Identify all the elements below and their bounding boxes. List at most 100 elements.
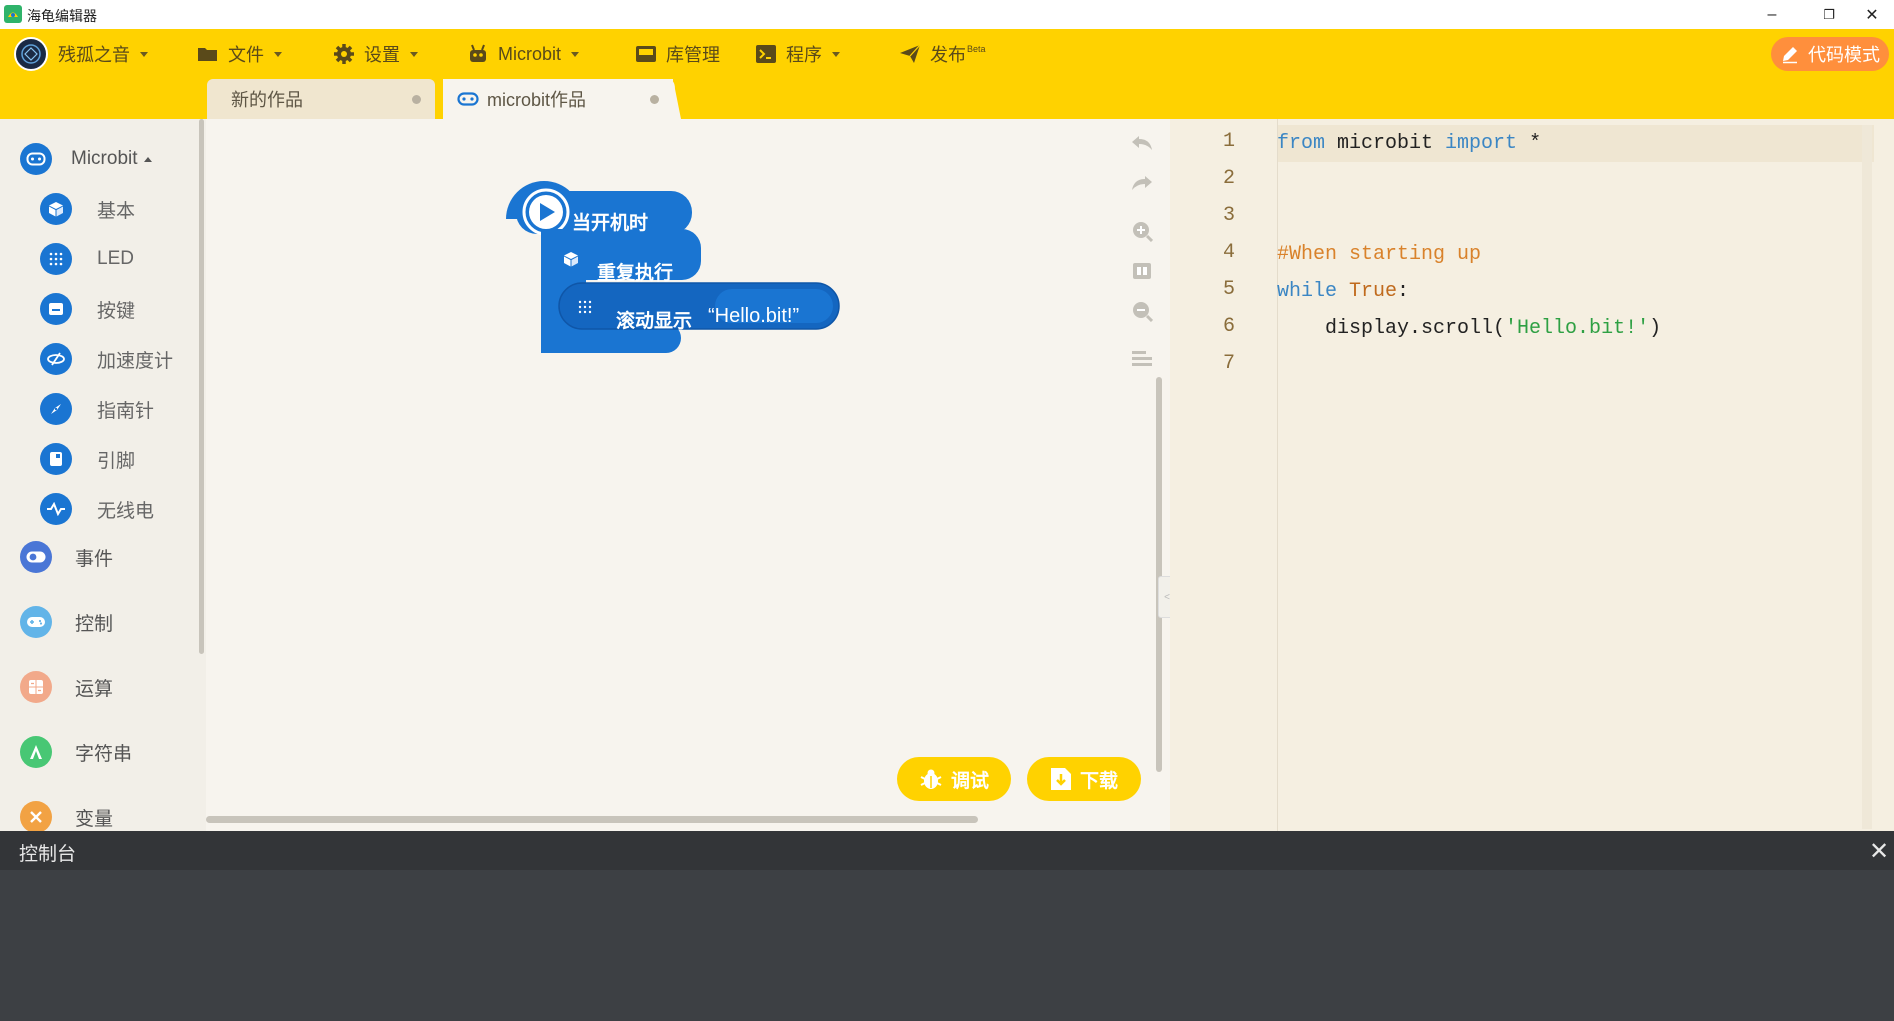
- category-control[interactable]: 控制: [20, 606, 113, 638]
- code-editor[interactable]: 1 2 3 4 5 6 7 from microbit import * #Whe…: [1170, 119, 1894, 831]
- category-math[interactable]: 运算: [20, 671, 113, 703]
- debug-button[interactable]: 调试: [897, 757, 1011, 801]
- device-menu[interactable]: Microbit: [467, 29, 580, 79]
- download-button[interactable]: 下载: [1027, 757, 1141, 801]
- align-blocks-button[interactable]: [1130, 347, 1154, 371]
- tab-new-project[interactable]: 新的作品: [207, 79, 435, 119]
- file-menu[interactable]: 文件: [197, 29, 282, 79]
- device-menu-label: Microbit: [498, 43, 562, 64]
- close-window-button[interactable]: ✕: [1849, 0, 1894, 29]
- workspace-vertical-scrollbar[interactable]: [1156, 377, 1162, 772]
- gamepad-icon: [20, 606, 52, 638]
- subcategory-accelerometer[interactable]: 加速度计: [40, 343, 173, 375]
- menu-bar: 残孤之音 文件 设置 Microbit 库管理 程序 发布 Beta: [0, 29, 1894, 79]
- line-number: 3: [1222, 204, 1235, 227]
- zoom-out-button[interactable]: [1130, 299, 1154, 323]
- code-token: microbit: [1325, 132, 1446, 155]
- workspace-horizontal-scrollbar[interactable]: [206, 816, 978, 823]
- line-number: 4: [1222, 241, 1235, 264]
- program-menu[interactable]: 程序: [755, 29, 840, 79]
- tab-close-dot[interactable]: [650, 94, 659, 104]
- subcategory-pins[interactable]: 引脚: [40, 443, 135, 475]
- code-token: from: [1277, 132, 1326, 155]
- title-bar: 海龟编辑器 – ❐ ✕: [0, 0, 1894, 29]
- code-line[interactable]: from microbit import *: [1277, 125, 1541, 162]
- user-name: 残孤之音: [58, 45, 130, 65]
- publish-menu[interactable]: 发布 Beta: [899, 29, 986, 79]
- bug-icon: [920, 769, 942, 789]
- beta-badge: Beta: [967, 44, 986, 54]
- accelerometer-icon: [40, 343, 72, 375]
- minimize-button[interactable]: –: [1749, 0, 1795, 29]
- subcategory-buttons[interactable]: 按键: [40, 293, 135, 325]
- gear-icon: [333, 43, 355, 65]
- tab-close-dot[interactable]: [412, 94, 421, 104]
- redo-button[interactable]: [1130, 171, 1154, 195]
- line-number-gutter: 1 2 3 4 5 6 7: [1170, 119, 1278, 831]
- subcategory-label: LED: [97, 248, 134, 269]
- button-icon: [40, 293, 72, 325]
- sidebar-scrollbar[interactable]: [199, 119, 204, 654]
- tab-microbit-project[interactable]: microbit作品: [443, 79, 673, 119]
- category-label: 变量: [75, 808, 114, 830]
- code-token: 'Hello.bit!': [1505, 317, 1650, 340]
- settings-menu[interactable]: 设置: [333, 29, 418, 79]
- forever-label: 重复执行: [597, 263, 674, 284]
- scroll-text-value[interactable]: “Hello.bit!”: [708, 305, 799, 328]
- paper-plane-icon: [899, 43, 921, 65]
- tab-label: microbit作品: [487, 90, 587, 110]
- close-icon[interactable]: ✕: [1869, 837, 1889, 866]
- avatar: [14, 37, 48, 71]
- code-mode-button[interactable]: 代码模式: [1771, 37, 1889, 71]
- app-logo-icon: [4, 5, 22, 23]
- reset-zoom-button[interactable]: [1130, 259, 1154, 283]
- block-workspace[interactable]: 当开机时 重复执行 滚动显示 “Hello.bit!” 调试 下载: [206, 119, 1170, 831]
- line-number: 7: [1222, 352, 1235, 375]
- code-token: import: [1445, 132, 1518, 155]
- undo-button[interactable]: [1130, 131, 1154, 155]
- code-mode-label: 代码模式: [1808, 45, 1880, 65]
- category-microbit[interactable]: Microbit: [20, 143, 152, 175]
- subcategory-led[interactable]: LED: [40, 243, 134, 275]
- category-label: 控制: [75, 613, 114, 635]
- code-token: ): [1649, 317, 1662, 340]
- zoom-in-button[interactable]: [1130, 219, 1154, 243]
- tab-label: 新的作品: [231, 90, 303, 110]
- editor-scrollbar[interactable]: [1862, 125, 1872, 829]
- category-label: 字符串: [75, 743, 133, 765]
- led-grid-icon: [578, 300, 592, 314]
- chevron-down-icon: [274, 51, 282, 57]
- calculator-icon: [20, 671, 52, 703]
- chevron-down-icon: [832, 51, 840, 57]
- inbox-icon: [635, 43, 657, 65]
- chevron-down-icon: [140, 51, 148, 57]
- restore-button[interactable]: ❐: [1806, 0, 1852, 29]
- led-grid-icon: [40, 243, 72, 275]
- line-number: 5: [1222, 278, 1235, 301]
- tab-bar: 新的作品 microbit作品: [0, 79, 1894, 119]
- subcategory-radio[interactable]: 无线电: [40, 493, 154, 525]
- variable-icon: [20, 801, 52, 831]
- subcategory-label: 基本: [97, 200, 136, 222]
- subcategory-compass[interactable]: 指南针: [40, 393, 154, 425]
- download-file-icon: [1050, 768, 1071, 790]
- line-number: 1: [1222, 130, 1235, 153]
- code-token: *: [1517, 132, 1542, 155]
- download-label: 下载: [1079, 770, 1118, 792]
- code-line[interactable]: #When starting up: [1277, 236, 1481, 273]
- console-panel: 控制台 ✕: [0, 831, 1894, 1021]
- category-events[interactable]: 事件: [20, 541, 113, 573]
- chevron-down-icon: [410, 51, 418, 57]
- publish-menu-label: 发布: [930, 45, 966, 65]
- user-menu[interactable]: 残孤之音: [14, 29, 148, 79]
- code-line[interactable]: display.scroll('Hello.bit!'): [1277, 310, 1661, 347]
- pin-icon: [40, 443, 72, 475]
- category-variables[interactable]: 变量: [20, 801, 113, 831]
- cube-icon: [40, 193, 72, 225]
- folder-icon: [197, 43, 219, 65]
- subcategory-basic[interactable]: 基本: [40, 193, 135, 225]
- category-string[interactable]: 字符串: [20, 736, 132, 768]
- console-header: 控制台 ✕: [0, 831, 1894, 870]
- code-line[interactable]: while True:: [1277, 273, 1409, 310]
- library-menu[interactable]: 库管理: [635, 29, 720, 79]
